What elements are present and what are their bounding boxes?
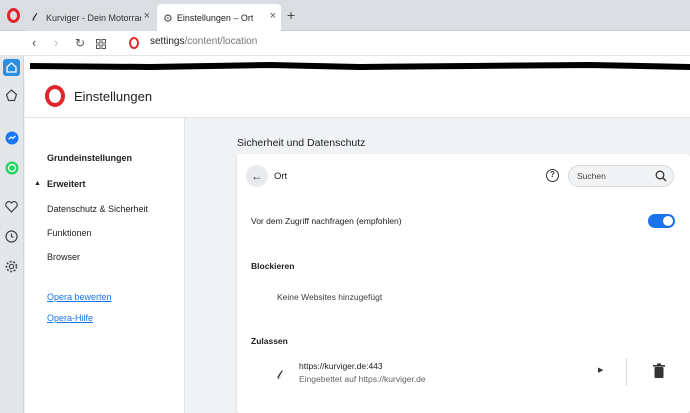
- sidebar: [0, 56, 24, 413]
- rate-opera-link[interactable]: Opera bewerten: [47, 292, 112, 302]
- toggle-knob: [663, 216, 673, 226]
- back-arrow-icon[interactable]: ‹: [32, 35, 36, 51]
- messenger-icon[interactable]: [3, 129, 20, 146]
- ask-before-access-toggle[interactable]: [648, 214, 675, 228]
- trash-icon[interactable]: [652, 363, 666, 379]
- search-icon[interactable]: [655, 170, 667, 182]
- url-path: /content/location: [184, 36, 258, 47]
- divider: [626, 358, 627, 386]
- close-tab-icon[interactable]: ×: [144, 11, 150, 22]
- heart-icon[interactable]: [3, 198, 20, 215]
- settings-icon[interactable]: [3, 258, 20, 275]
- opera-site-icon: [129, 37, 139, 49]
- block-section-title: Blockieren: [251, 261, 295, 271]
- whatsapp-icon[interactable]: [3, 159, 20, 176]
- allow-section-title: Zulassen: [251, 336, 288, 346]
- tab-bar: 𝓁 Kurviger - Dein Motorrad-Rou × ⚙ Einst…: [0, 0, 690, 32]
- nav-basic[interactable]: Grundeinstellungen: [47, 153, 132, 163]
- search-input[interactable]: [577, 169, 657, 183]
- page-title: Einstellungen: [74, 89, 153, 104]
- settings-nav: Grundeinstellungen ▲ Erweitert Datenschu…: [25, 118, 185, 413]
- forward-arrow-icon[interactable]: ›: [54, 35, 58, 51]
- gear-icon: ⚙: [163, 12, 173, 25]
- tab-settings-location[interactable]: ⚙ Einstellungen – Ort ×: [157, 4, 281, 32]
- settings-page: Einstellungen Grundeinstellungen ▲ Erwei…: [25, 74, 690, 413]
- expand-triangle-icon[interactable]: ▲: [34, 180, 41, 187]
- back-button[interactable]: ←: [246, 165, 268, 187]
- new-tab-button[interactable]: +: [287, 8, 295, 22]
- tab-title: Kurviger - Dein Motorrad-Rou: [46, 12, 141, 23]
- address-bar: ‹ › ↻ settings/content/location: [0, 31, 690, 56]
- ask-before-access-label: Vor dem Zugriff nachfragen (empfohlen): [251, 216, 402, 226]
- allowed-site-row[interactable]: 𝓁 https://kurviger.de:443 Eingebettet au…: [237, 354, 690, 394]
- motorcycle-favicon-icon: 𝓁: [277, 368, 281, 382]
- site-url: https://kurviger.de:443: [299, 361, 383, 371]
- tab-title: Einstellungen – Ort: [176, 13, 254, 23]
- speed-dial-icon[interactable]: [3, 87, 20, 104]
- opera-logo-icon: [45, 85, 65, 107]
- opera-logo-icon: [6, 7, 20, 23]
- nav-privacy-security[interactable]: Datenschutz & Sicherheit: [47, 204, 148, 214]
- block-empty-message: Keine Websites hinzugefügt: [277, 292, 383, 302]
- site-embedded-info: Eingebettet auf https://kurviger.de: [299, 374, 426, 384]
- tab-grid-icon[interactable]: [96, 37, 106, 53]
- nav-advanced[interactable]: Erweitert: [47, 179, 86, 189]
- chevron-right-icon[interactable]: ▶: [598, 366, 603, 374]
- help-icon[interactable]: ?: [546, 169, 559, 182]
- search-box[interactable]: [568, 165, 674, 187]
- location-settings-card: ← Ort ? Vor dem Zugriff nachfragen (empf…: [237, 154, 690, 413]
- tab-kurviger[interactable]: 𝓁 Kurviger - Dein Motorrad-Rou ×: [26, 4, 155, 31]
- history-icon[interactable]: [3, 228, 20, 245]
- redaction-scribble: [30, 62, 690, 71]
- url-field[interactable]: settings/content/location: [150, 36, 257, 47]
- section-title: Sicherheit und Datenschutz: [237, 137, 366, 149]
- motorcycle-favicon-icon: 𝓁: [32, 11, 36, 24]
- page-header: Einstellungen: [25, 74, 690, 118]
- opera-menu-button[interactable]: [4, 5, 22, 25]
- back-arrow-icon: ←: [251, 169, 263, 183]
- nav-features[interactable]: Funktionen: [47, 228, 92, 238]
- bookmark-bar: [24, 56, 690, 74]
- nav-browser[interactable]: Browser: [47, 252, 80, 262]
- opera-help-link[interactable]: Opera-Hilfe: [47, 313, 93, 323]
- home-icon[interactable]: [3, 59, 20, 76]
- reload-icon[interactable]: ↻: [75, 35, 85, 51]
- card-title: Ort: [274, 171, 288, 182]
- close-tab-icon[interactable]: ×: [270, 11, 276, 22]
- url-host: settings: [150, 36, 185, 47]
